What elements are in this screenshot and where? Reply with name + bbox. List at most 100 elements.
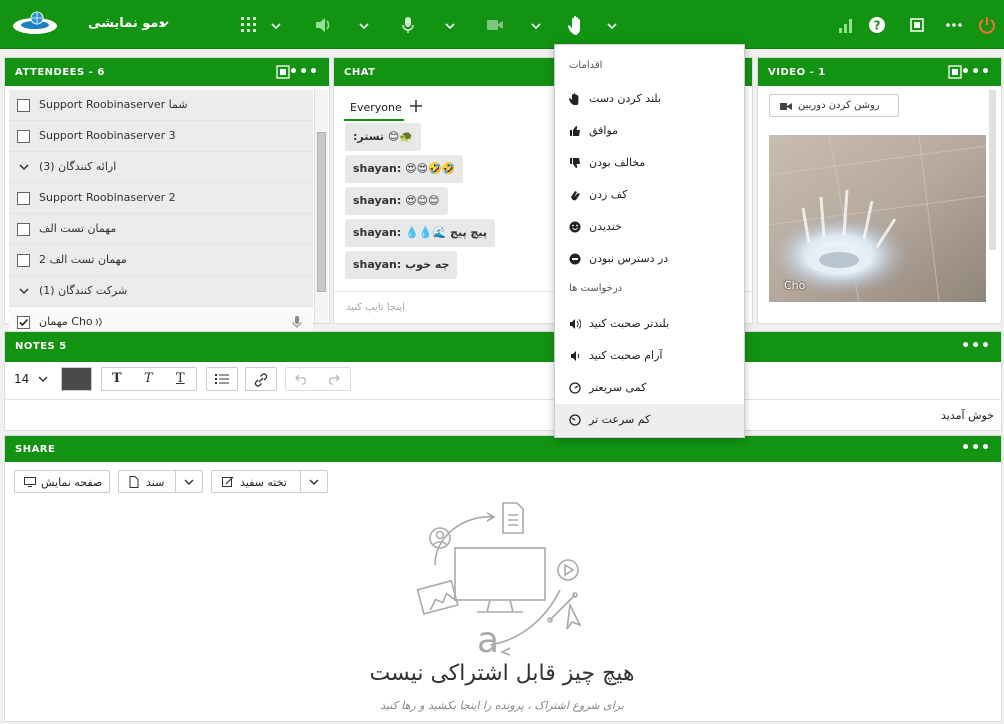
attendee-row[interactable]: Support Roobinaserver 3 (9, 121, 313, 152)
link-button[interactable] (245, 367, 277, 391)
attendee-checkbox[interactable] (17, 223, 30, 236)
menu-item[interactable]: کف زدن (555, 179, 744, 211)
smile-icon (569, 221, 581, 233)
power-icon[interactable] (977, 15, 997, 35)
more-icon[interactable] (944, 15, 964, 35)
speaker-icon[interactable] (313, 15, 333, 35)
chevron-down-icon[interactable] (37, 373, 49, 385)
chat-message: shayan: چه خوب (345, 251, 458, 279)
text-color-picker[interactable] (61, 367, 92, 391)
reactions-menu: اقدامات بلند کردن دست موافق مخالف بودن کف ز… (554, 44, 745, 438)
camera-icon[interactable] (485, 15, 505, 35)
attendee-checkbox[interactable] (17, 99, 30, 112)
help-icon[interactable]: ? (867, 15, 887, 35)
chat-title: CHAT (344, 67, 376, 78)
chevron-down-icon[interactable] (357, 19, 371, 33)
raise-hand-icon[interactable] (566, 15, 586, 35)
chevron-down-icon[interactable] (183, 476, 195, 488)
more-icon[interactable]: ••• (289, 64, 319, 80)
menu-item[interactable]: آرام صحبت کنید (555, 340, 744, 372)
share-document-button[interactable]: سند (118, 470, 203, 493)
chevron-down-icon[interactable] (269, 19, 283, 33)
chevron-down-icon[interactable] (18, 285, 30, 297)
tab-underline (344, 119, 404, 121)
add-tab-icon[interactable] (409, 99, 423, 113)
menu-item[interactable]: در دسترس نبودن (555, 243, 744, 275)
menu-item[interactable]: خندیدن (555, 211, 744, 243)
attendee-checkbox[interactable] (17, 254, 30, 267)
faster-icon (569, 382, 581, 394)
attendee-checkbox[interactable] (17, 316, 30, 329)
notes-content[interactable]: خوش آمدید (941, 409, 994, 422)
notes-title: NOTES 5 (15, 341, 67, 352)
chevron-down-icon[interactable] (157, 17, 171, 31)
chevron-down-icon[interactable] (18, 161, 30, 173)
menu-item[interactable]: مخالف بودن (555, 147, 744, 179)
undo-icon[interactable] (295, 373, 309, 385)
signal-icon (839, 19, 852, 33)
fullscreen-icon[interactable] (907, 15, 927, 35)
document-icon (129, 476, 139, 488)
attendee-name: Support Roobinaserver 2 (39, 191, 176, 204)
more-icon[interactable]: ••• (961, 338, 991, 354)
camera-icon (780, 103, 792, 110)
menu-item[interactable]: بلندتر صحبت کنید (555, 308, 744, 340)
microphone-icon[interactable] (398, 15, 418, 35)
video-feed[interactable]: Cho (769, 135, 993, 302)
menu-item[interactable]: کم سرعت تر (555, 404, 744, 436)
checkmark-icon (19, 318, 29, 327)
away-icon (569, 253, 581, 265)
share-whiteboard-button[interactable]: تخته سفید (211, 470, 328, 493)
attendees-scrollbar[interactable] (314, 90, 328, 323)
tab-everyone[interactable]: Everyone (350, 101, 402, 114)
camera-on-button[interactable]: روشن کردن دوربین (769, 94, 899, 117)
menu-item-label: بلند کردن دست (589, 92, 661, 105)
attendee-checkbox[interactable] (17, 130, 30, 143)
chat-message: shayan: 💧💧🌊 پیچ پیچ (345, 219, 495, 247)
menu-item-label: کم سرعت تر (589, 413, 651, 426)
whiteboard-icon (222, 476, 234, 487)
menu-section-requests: درخواست ها (569, 283, 623, 294)
chat-message: shayan: 😍😊😊 (345, 187, 448, 215)
chevron-down-icon[interactable] (308, 476, 320, 488)
italic-icon[interactable]: T (144, 371, 153, 386)
chevron-down-icon[interactable] (529, 19, 543, 33)
attendee-row[interactable]: Support Roobinaserver شما (9, 90, 313, 121)
attendee-row[interactable]: مهمان تست الف (9, 214, 313, 245)
more-icon[interactable]: ••• (961, 440, 991, 456)
chat-input[interactable]: اینجا تایپ کنید (346, 302, 405, 313)
share-title: SHARE (15, 444, 56, 455)
menu-item-label: خندیدن (589, 220, 622, 233)
bold-icon[interactable]: T (112, 371, 122, 386)
attendee-checkbox[interactable] (17, 192, 30, 205)
video-scrollbar[interactable] (986, 90, 1000, 323)
more-icon[interactable]: ••• (961, 64, 991, 80)
meeting-name[interactable]: دمو نمایشی (88, 16, 165, 31)
attendee-row[interactable]: مهمان تست الف 2 (9, 245, 313, 276)
logo (13, 11, 57, 34)
menu-item[interactable]: بلند کردن دست (555, 83, 744, 115)
font-size-select[interactable]: 14 (14, 372, 29, 386)
scroll-thumb[interactable] (317, 132, 326, 292)
menu-item[interactable]: موافق (555, 115, 744, 147)
share-header: SHARE ••• (5, 436, 1001, 462)
list-button[interactable] (206, 367, 238, 391)
menu-item-label: موافق (589, 124, 619, 137)
attendee-name: مهمان Cho (39, 315, 93, 328)
attendee-row[interactable]: Support Roobinaserver 2 (9, 183, 313, 214)
share-whiteboard-label: تخته سفید (240, 476, 287, 489)
attendee-group[interactable]: ارائه کنندگان (3) (9, 152, 313, 183)
chevron-down-icon[interactable] (605, 19, 619, 33)
scroll-thumb[interactable] (989, 90, 996, 250)
attendee-name: Support Roobinaserver 3 (39, 129, 176, 142)
underline-icon[interactable]: T (176, 371, 185, 386)
menu-item[interactable]: کمی سریعتر (555, 372, 744, 404)
chevron-down-icon[interactable] (443, 19, 457, 33)
attendees-header: ATTENDEES - 6 ••• (5, 58, 329, 86)
redo-icon[interactable] (326, 373, 340, 385)
chat-message: :تستر 😊🐢 (345, 123, 422, 151)
share-screen-button[interactable]: صفحه نمایش (14, 470, 110, 493)
video-header: VIDEO - 1 ••• (758, 58, 1001, 86)
attendee-group[interactable]: شرکت کنندگان (1) (9, 276, 313, 307)
grid-icon[interactable] (239, 15, 259, 35)
